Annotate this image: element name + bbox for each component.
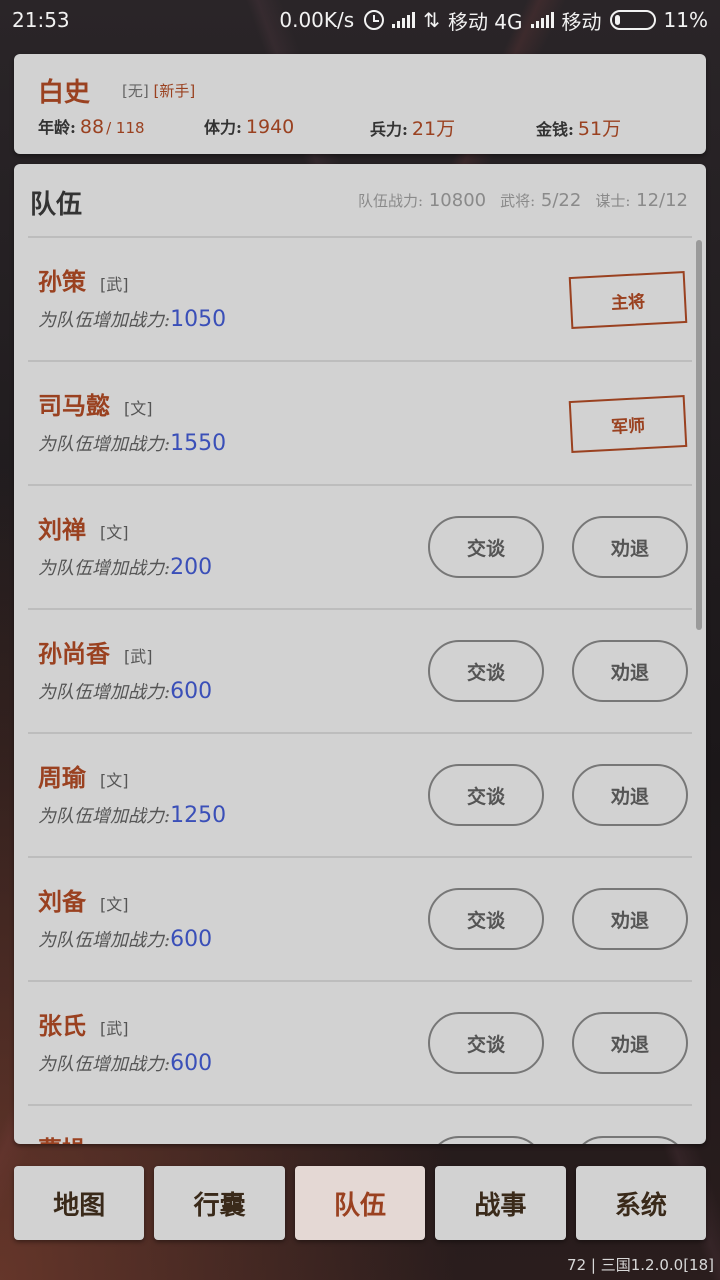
scrollbar[interactable] bbox=[696, 240, 702, 630]
role-stamp: 军师 bbox=[568, 395, 688, 453]
member-power: 为队伍增加战力:600 bbox=[38, 1051, 213, 1076]
status-icons: ⇅ 移动 4G 移动 11% bbox=[364, 6, 708, 35]
player-tag-rank: [无] bbox=[122, 82, 149, 100]
stat-money: 金钱: 51万 bbox=[536, 118, 622, 140]
talk-button[interactable]: 交谈 bbox=[428, 640, 544, 702]
member-row: 孙策 [武] 为队伍增加战力:1050 主将 bbox=[28, 238, 692, 362]
generals-count: 5/22 bbox=[540, 190, 582, 211]
member-power: 为队伍增加战力:1550 bbox=[38, 431, 227, 456]
member-row: 孙尚香 [武] 为队伍增加战力:600 交谈 劝退 bbox=[28, 610, 692, 734]
member-type: [文] bbox=[100, 771, 129, 790]
battery-icon bbox=[609, 10, 656, 30]
stat-stamina: 体力: 1940 bbox=[204, 116, 295, 138]
player-stats: 年龄: 88 / 118 体力: 1940 兵力: 21万 金钱: 51万 bbox=[38, 114, 688, 141]
member-name: 刘备 [文] bbox=[38, 887, 129, 916]
status-time: 21:53 bbox=[12, 8, 70, 32]
generals-label: 武将: bbox=[500, 192, 536, 210]
member-row: 张氏 [武] 为队伍增加战力:600 交谈 劝退 bbox=[28, 982, 692, 1106]
dismiss-button[interactable]: 劝退 bbox=[572, 1136, 688, 1144]
carrier-2: 移动 bbox=[561, 9, 602, 34]
team-title: 队伍 bbox=[30, 190, 83, 220]
member-row: 周瑜 [文] 为队伍增加战力:1250 交谈 劝退 bbox=[28, 734, 692, 858]
member-type: [武] bbox=[124, 647, 153, 666]
member-name: 曹操[文] bbox=[38, 1130, 129, 1144]
battery-level: 11% bbox=[663, 8, 708, 32]
member-name: 孙策 [武] bbox=[38, 267, 129, 296]
signal-icon-2 bbox=[530, 12, 554, 28]
nav-team-button[interactable]: 队伍 bbox=[294, 1166, 426, 1240]
dismiss-button[interactable]: 劝退 bbox=[572, 1012, 688, 1074]
advisors-count: 12/12 bbox=[636, 190, 688, 211]
member-name: 孙尚香 [武] bbox=[38, 639, 153, 668]
data-arrows-icon: ⇅ bbox=[423, 8, 440, 32]
member-power: 为队伍增加战力:600 bbox=[38, 679, 213, 704]
member-type: [文] bbox=[100, 895, 129, 914]
team-power-value: 10800 bbox=[428, 190, 487, 211]
signal-icon bbox=[392, 12, 416, 28]
member-name: 刘禅 [文] bbox=[38, 515, 129, 544]
talk-button[interactable]: 交谈 bbox=[428, 1012, 544, 1074]
talk-button[interactable]: 交谈 bbox=[428, 1136, 544, 1144]
member-list[interactable]: 孙策 [武] 为队伍增加战力:1050 主将司马懿 [文] 为队伍增加战力:1550 军师刘… bbox=[28, 238, 692, 1144]
player-tag-novice: [新手] bbox=[153, 82, 196, 100]
team-power-label: 队伍战力: bbox=[358, 192, 424, 210]
dismiss-button[interactable]: 劝退 bbox=[572, 764, 688, 826]
version-label: 72 | 三国1.2.0.0[18] bbox=[567, 1256, 714, 1274]
talk-button[interactable]: 交谈 bbox=[428, 888, 544, 950]
member-row: 刘禅 [文] 为队伍增加战力:200 交谈 劝退 bbox=[28, 486, 692, 610]
member-name: 周瑜 [文] bbox=[38, 763, 129, 792]
network-speed: 0.00K/s bbox=[279, 8, 355, 32]
member-type: [武] bbox=[100, 275, 129, 294]
stat-age: 年龄: 88 / 118 bbox=[38, 116, 145, 138]
member-type: [武] bbox=[100, 1019, 129, 1038]
member-type: [文] bbox=[100, 1143, 129, 1144]
player-name: 白史 bbox=[38, 78, 91, 108]
member-row: 刘备 [文] 为队伍增加战力:600 交谈 劝退 bbox=[28, 858, 692, 982]
nav-war-button[interactable]: 战事 bbox=[435, 1166, 566, 1240]
member-power: 为队伍增加战力:200 bbox=[38, 555, 213, 580]
stat-troops: 兵力: 21万 bbox=[370, 118, 456, 140]
dismiss-button[interactable]: 劝退 bbox=[572, 888, 688, 950]
member-name: 张氏 [武] bbox=[38, 1011, 129, 1040]
dismiss-button[interactable]: 劝退 bbox=[572, 640, 688, 702]
member-power: 为队伍增加战力:600 bbox=[38, 927, 213, 952]
member-type: [文] bbox=[124, 399, 153, 418]
nav-system-button[interactable]: 系统 bbox=[575, 1166, 707, 1240]
team-panel: 队伍 队伍战力: 10800 武将: 5/22 谋士: 12/12 孙策 [武] 为… bbox=[14, 164, 706, 1144]
player-tags: [无] [新手] bbox=[122, 80, 195, 101]
dismiss-button[interactable]: 劝退 bbox=[572, 516, 688, 578]
nav-map-button[interactable]: 地图 bbox=[14, 1166, 145, 1240]
member-name: 司马懿 [文] bbox=[38, 391, 153, 420]
member-power: 为队伍增加战力:1250 bbox=[38, 803, 227, 828]
status-bar: 21:53 0.00K/s ⇅ 移动 4G 移动 11% bbox=[0, 0, 720, 40]
profile-card: 白史 [无] [新手] 年龄: 88 / 118 体力: 1940 兵力: 21… bbox=[14, 54, 706, 154]
carrier-1: 移动 4G bbox=[447, 9, 523, 34]
role-stamp: 主将 bbox=[568, 271, 688, 329]
member-row: 曹操[文] 交谈 劝退 bbox=[28, 1106, 692, 1144]
bottom-nav: 地图 行囊 队伍 战事 系统 bbox=[14, 1166, 707, 1240]
member-power: 为队伍增加战力:1050 bbox=[38, 307, 227, 332]
talk-button[interactable]: 交谈 bbox=[428, 764, 544, 826]
team-summary: 队伍战力: 10800 武将: 5/22 谋士: 12/12 bbox=[358, 190, 688, 211]
nav-bag-button[interactable]: 行囊 bbox=[154, 1166, 285, 1240]
member-type: [文] bbox=[100, 523, 129, 542]
advisors-label: 谋士: bbox=[595, 192, 631, 210]
alarm-icon bbox=[364, 10, 385, 30]
member-row: 司马懿 [文] 为队伍增加战力:1550 军师 bbox=[28, 362, 692, 486]
talk-button[interactable]: 交谈 bbox=[428, 516, 544, 578]
